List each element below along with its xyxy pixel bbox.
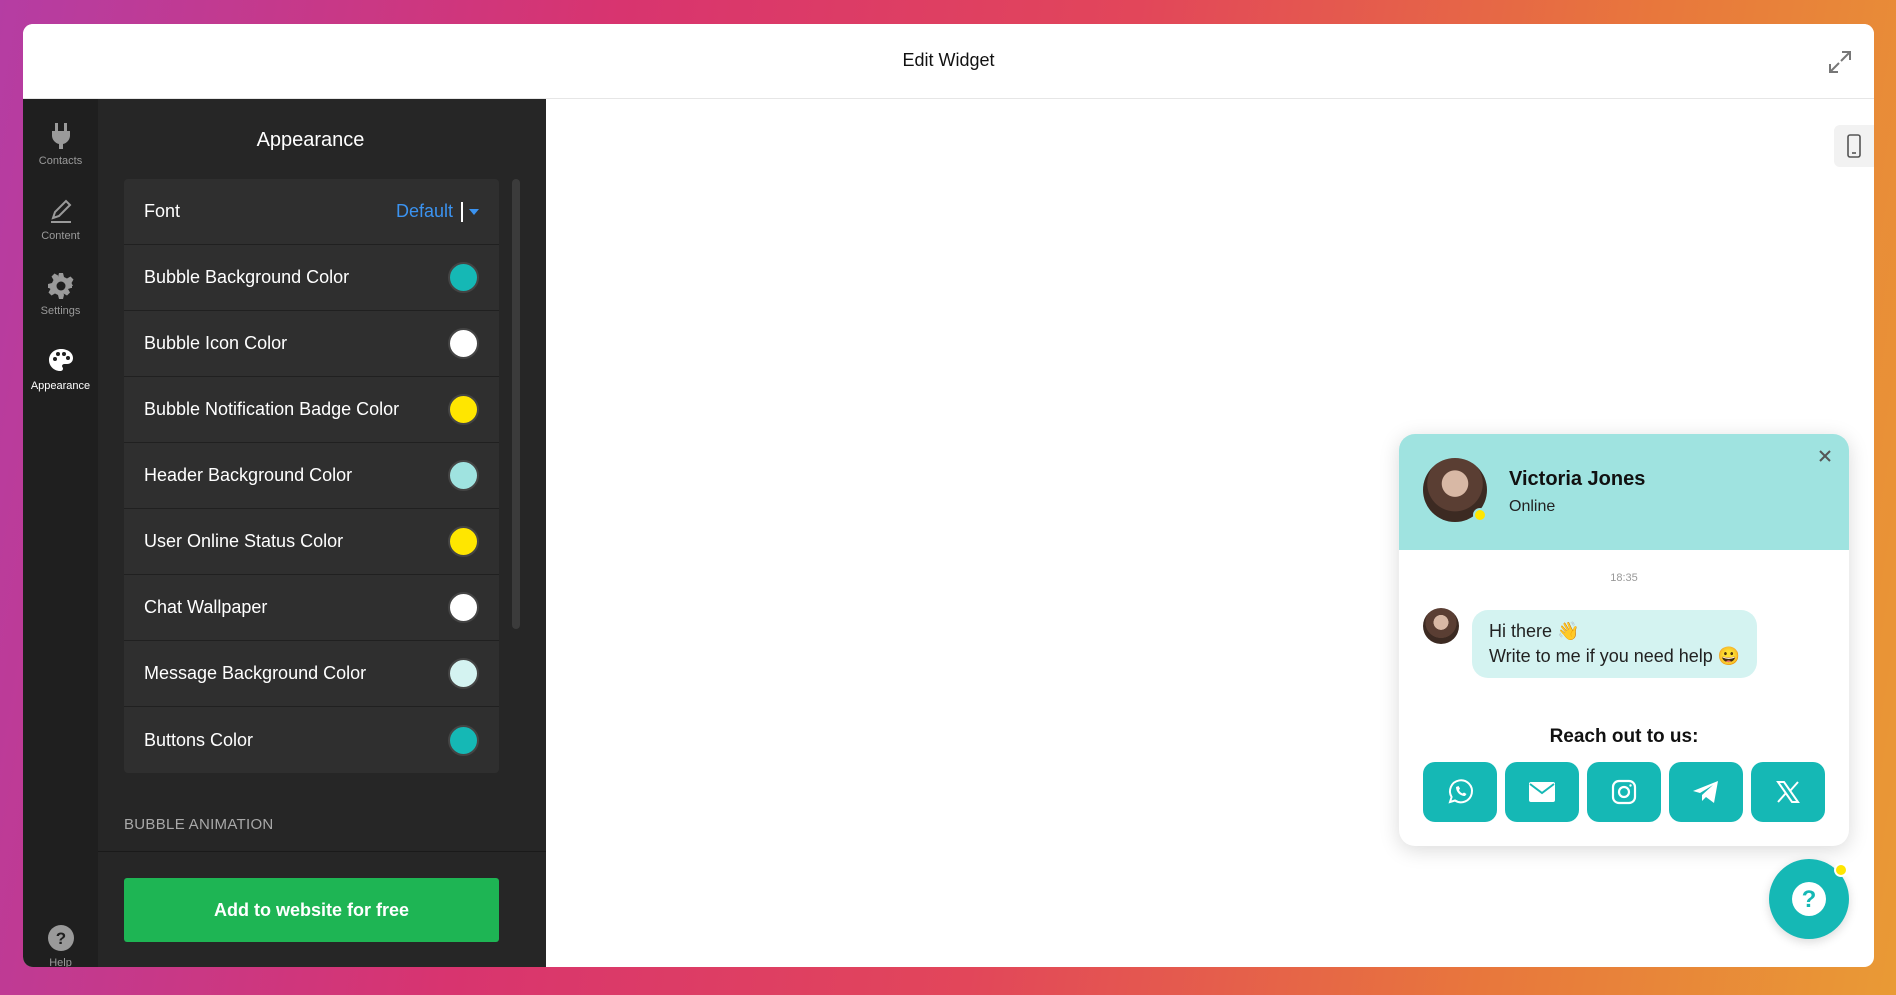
whatsapp-button[interactable] xyxy=(1423,762,1497,822)
panel-title: Appearance xyxy=(256,129,365,151)
expand-button[interactable] xyxy=(1824,46,1856,78)
close-chat-button[interactable] xyxy=(1815,446,1835,466)
telegram-icon xyxy=(1693,781,1718,803)
whatsapp-icon xyxy=(1448,779,1473,804)
font-row[interactable]: Font Default xyxy=(124,179,499,245)
rail-label-contacts: Contacts xyxy=(38,155,83,167)
appearance-panel: Appearance Font Default Bubble Backgroun… xyxy=(98,99,546,967)
color-swatch[interactable] xyxy=(448,526,479,557)
color-swatch[interactable] xyxy=(448,394,479,425)
text-cursor xyxy=(461,201,463,222)
online-status-dot xyxy=(1473,508,1487,522)
font-select[interactable]: Default xyxy=(396,201,479,222)
font-label: Font xyxy=(144,201,181,221)
color-row-label: Header Background Color xyxy=(144,465,353,485)
reach-out-heading: Reach out to us: xyxy=(1549,726,1699,747)
color-swatch[interactable] xyxy=(448,328,479,359)
color-swatch[interactable] xyxy=(448,460,479,491)
color-swatch[interactable] xyxy=(448,262,479,293)
color-row-label: Bubble Notification Badge Color xyxy=(144,399,400,419)
help-icon: ? xyxy=(47,925,74,951)
caret-down-icon xyxy=(469,208,479,215)
agent-status: Online xyxy=(1509,498,1556,515)
section-label-bubble-animation: BUBBLE ANIMATION xyxy=(124,816,274,833)
x-icon xyxy=(1776,781,1800,803)
mobile-preview-button[interactable] xyxy=(1834,125,1874,167)
message-timestamp: 18:35 xyxy=(1610,572,1638,584)
color-row-label: Chat Wallpaper xyxy=(144,597,268,617)
color-row-message-background[interactable]: Message Background Color xyxy=(124,641,499,707)
edit-widget-window: Edit Widget Contacts Content Settings Ap… xyxy=(23,24,1874,967)
add-to-website-button[interactable]: Add to website for free xyxy=(124,878,499,942)
rail-label-content: Content xyxy=(41,230,80,242)
telegram-button[interactable] xyxy=(1669,762,1743,822)
agent-name: Victoria Jones xyxy=(1509,468,1646,490)
color-row-bubble-icon[interactable]: Bubble Icon Color xyxy=(124,311,499,377)
plug-icon xyxy=(51,123,70,149)
color-row-label: User Online Status Color xyxy=(144,531,344,551)
color-row-notification-badge[interactable]: Bubble Notification Badge Color xyxy=(124,377,499,443)
panel-scrollbar[interactable] xyxy=(512,179,520,629)
message-line: Write to me if you need help 😀 xyxy=(1489,646,1741,666)
instagram-icon xyxy=(1611,779,1637,805)
message-avatar xyxy=(1423,608,1459,644)
palette-icon xyxy=(48,349,73,371)
notification-badge xyxy=(1834,863,1848,877)
color-swatch[interactable] xyxy=(448,592,479,623)
chat-header: Victoria Jones Online xyxy=(1399,434,1849,550)
top-bar: Edit Widget xyxy=(23,24,1874,99)
expand-icon xyxy=(1829,51,1851,73)
svg-text:?: ? xyxy=(55,929,65,948)
question-icon: ? xyxy=(1792,882,1826,916)
rail-label-settings: Settings xyxy=(40,305,81,317)
color-row-label: Bubble Background Color xyxy=(144,267,350,287)
color-swatch[interactable] xyxy=(448,724,479,756)
message-line: Hi there 👋 xyxy=(1489,621,1580,641)
rail-item-help[interactable]: ? Help xyxy=(23,911,98,967)
rail-label-help: Help xyxy=(49,957,72,967)
color-row-header-background[interactable]: Header Background Color xyxy=(124,443,499,509)
instagram-button[interactable] xyxy=(1587,762,1661,822)
color-row-buttons[interactable]: Buttons Color xyxy=(124,707,499,773)
color-swatch[interactable] xyxy=(448,658,479,689)
page-title: Edit Widget xyxy=(902,50,995,70)
x-button[interactable] xyxy=(1751,762,1825,822)
color-row-online-status[interactable]: User Online Status Color xyxy=(124,509,499,575)
pen-icon xyxy=(50,199,71,223)
email-button[interactable] xyxy=(1505,762,1579,822)
gear-icon xyxy=(47,273,73,299)
mobile-icon xyxy=(1847,134,1861,158)
color-row-chat-wallpaper[interactable]: Chat Wallpaper xyxy=(124,575,499,641)
font-value: Default xyxy=(395,201,453,221)
svg-text:?: ? xyxy=(1802,886,1817,913)
left-rail: Contacts Content Settings Appearance ? H… xyxy=(23,99,98,967)
mail-icon xyxy=(1529,782,1555,802)
channel-buttons xyxy=(1423,762,1825,822)
rail-item-contacts[interactable]: Contacts xyxy=(23,109,98,173)
color-row-bubble-background[interactable]: Bubble Background Color xyxy=(124,245,499,311)
rail-item-settings[interactable]: Settings xyxy=(23,259,98,323)
color-row-label: Bubble Icon Color xyxy=(144,333,288,353)
rail-item-appearance[interactable]: Appearance xyxy=(23,334,98,398)
rail-label-appearance: Appearance xyxy=(30,380,91,392)
color-row-label: Buttons Color xyxy=(144,729,254,750)
panel-footer: Add to website for free xyxy=(98,851,546,967)
message-bubble: Hi there 👋 Write to me if you need help … xyxy=(1472,610,1758,678)
color-row-label: Message Background Color xyxy=(144,663,367,683)
close-icon xyxy=(1819,450,1831,462)
rail-item-content[interactable]: Content xyxy=(23,184,98,248)
settings-list: Font Default Bubble Background Color Bub… xyxy=(124,179,499,773)
chat-widget-preview: Victoria Jones Online 18:35 Hi there 👋 W… xyxy=(1399,434,1849,846)
